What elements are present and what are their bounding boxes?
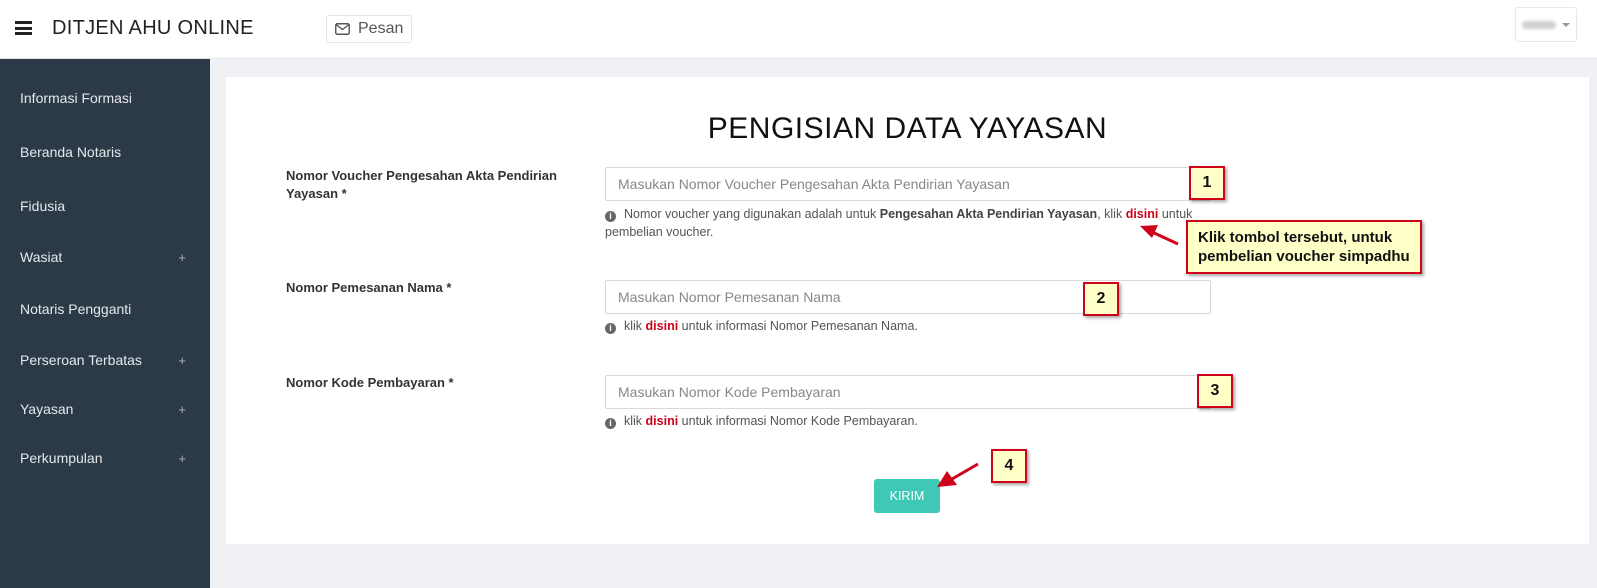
form-card: PENGISIAN DATA YAYASAN Nomor Voucher Pen…: [226, 77, 1589, 544]
sidebar-item-yayasan[interactable]: Yayasan +: [0, 394, 210, 424]
messages-button[interactable]: Pesan: [326, 15, 413, 43]
sidebar-item-fidusia[interactable]: Fidusia: [0, 191, 210, 221]
step-3-callout: 3: [1197, 374, 1233, 408]
info-icon: i: [605, 418, 616, 429]
pemesanan-input[interactable]: [605, 280, 1211, 314]
kirim-button[interactable]: KIRIM: [874, 479, 940, 513]
envelope-icon: [335, 23, 350, 35]
pemesanan-label: Nomor Pemesanan Nama *: [286, 280, 452, 295]
pemesanan-info-link[interactable]: disini: [646, 319, 679, 333]
info-icon: i: [605, 211, 616, 222]
sidebar-item-label: Notaris Pengganti: [20, 301, 132, 317]
sidebar-item-label: Yayasan: [20, 401, 74, 417]
sidebar-item-label: Perseroan Terbatas: [20, 352, 142, 368]
sidebar-item-label: Wasiat: [20, 249, 63, 265]
voucher-label: Nomor Voucher Pengesahan Akta Pendirian …: [286, 168, 557, 201]
user-name-redacted: [1522, 20, 1556, 29]
sidebar-item-label: Fidusia: [20, 198, 66, 214]
expand-icon: +: [178, 401, 186, 417]
note-line-1: Klik tombol tersebut, untuk: [1198, 229, 1393, 246]
kode-pembayaran-label: Nomor Kode Pembayaran *: [286, 375, 454, 390]
sidebar-item-label: Informasi Formasi: [20, 90, 133, 106]
sidebar-item-perkumpulan[interactable]: Perkumpulan +: [0, 443, 210, 473]
step-2-callout: 2: [1083, 282, 1119, 316]
sidebar-item-informasi-formasi[interactable]: Informasi Formasi: [0, 83, 210, 113]
messages-label: Pesan: [358, 20, 404, 37]
voucher-note-callout: Klik tombol tersebut, untuk pembelian vo…: [1186, 220, 1422, 274]
kode-pembayaran-help-text: i klik disini untuk informasi Nomor Kode …: [605, 412, 1205, 430]
note-line-2: pembelian voucher simpadhu: [1198, 248, 1410, 265]
expand-icon: +: [178, 352, 186, 368]
step-4-callout: 4: [991, 449, 1027, 483]
expand-icon: +: [178, 450, 186, 466]
sidebar-item-label: Beranda Notaris: [20, 144, 122, 160]
voucher-input[interactable]: [605, 167, 1211, 201]
caret-down-icon: [1562, 22, 1570, 27]
step-1-callout: 1: [1189, 166, 1225, 200]
expand-icon: +: [178, 249, 186, 265]
menu-toggle-icon[interactable]: [15, 21, 32, 35]
sidebar-item-notaris-pengganti[interactable]: Notaris Pengganti: [0, 294, 210, 324]
info-icon: i: [605, 323, 616, 334]
sidebar-item-label: Perkumpulan: [20, 450, 103, 466]
sidebar: Informasi Formasi Beranda Notaris Fidusi…: [0, 59, 210, 588]
sidebar-item-beranda-notaris[interactable]: Beranda Notaris: [0, 137, 210, 167]
sidebar-item-perseroan-terbatas[interactable]: Perseroan Terbatas +: [0, 345, 210, 375]
top-navbar: DITJEN AHU ONLINE Pesan: [0, 0, 1597, 59]
kode-pembayaran-input[interactable]: [605, 375, 1211, 409]
kode-pembayaran-info-link[interactable]: disini: [646, 414, 679, 428]
app-title: DITJEN AHU ONLINE: [52, 17, 254, 39]
sidebar-item-wasiat[interactable]: Wasiat +: [0, 242, 210, 272]
page-title: PENGISIAN DATA YAYASAN: [707, 112, 1108, 145]
pemesanan-help-text: i klik disini untuk informasi Nomor Pemes…: [605, 317, 1205, 335]
voucher-help-text: i Nomor voucher yang digunakan adalah unt…: [605, 207, 1193, 239]
voucher-purchase-link[interactable]: disini: [1126, 207, 1159, 221]
user-menu-dropdown[interactable]: [1515, 7, 1577, 42]
